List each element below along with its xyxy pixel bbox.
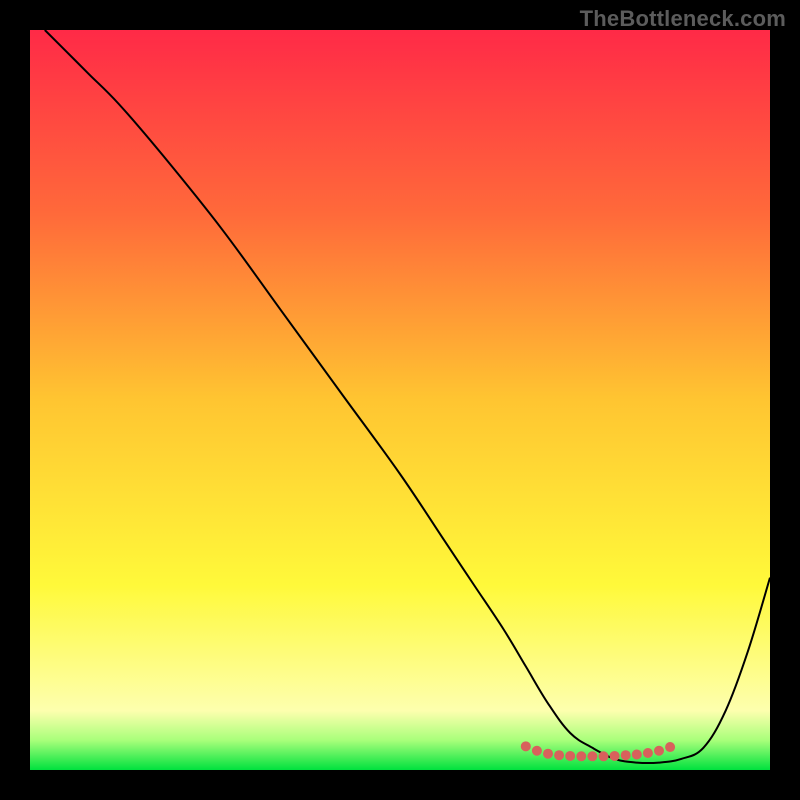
marker-dot xyxy=(654,746,664,756)
marker-dot xyxy=(576,751,586,761)
marker-dot xyxy=(665,742,675,752)
marker-dot xyxy=(599,751,609,761)
chart-frame: TheBottleneck.com xyxy=(0,0,800,800)
marker-dot xyxy=(643,748,653,758)
marker-dot xyxy=(565,751,575,761)
marker-dot xyxy=(621,750,631,760)
marker-dot xyxy=(554,750,564,760)
marker-dot xyxy=(532,746,542,756)
plot-area xyxy=(30,30,770,770)
marker-layer xyxy=(30,30,770,770)
sweet-spot-dots xyxy=(521,741,675,761)
watermark-text: TheBottleneck.com xyxy=(580,6,786,32)
marker-dot xyxy=(587,751,597,761)
marker-dot xyxy=(610,751,620,761)
marker-dot xyxy=(632,749,642,759)
marker-dot xyxy=(521,741,531,751)
marker-dot xyxy=(543,749,553,759)
